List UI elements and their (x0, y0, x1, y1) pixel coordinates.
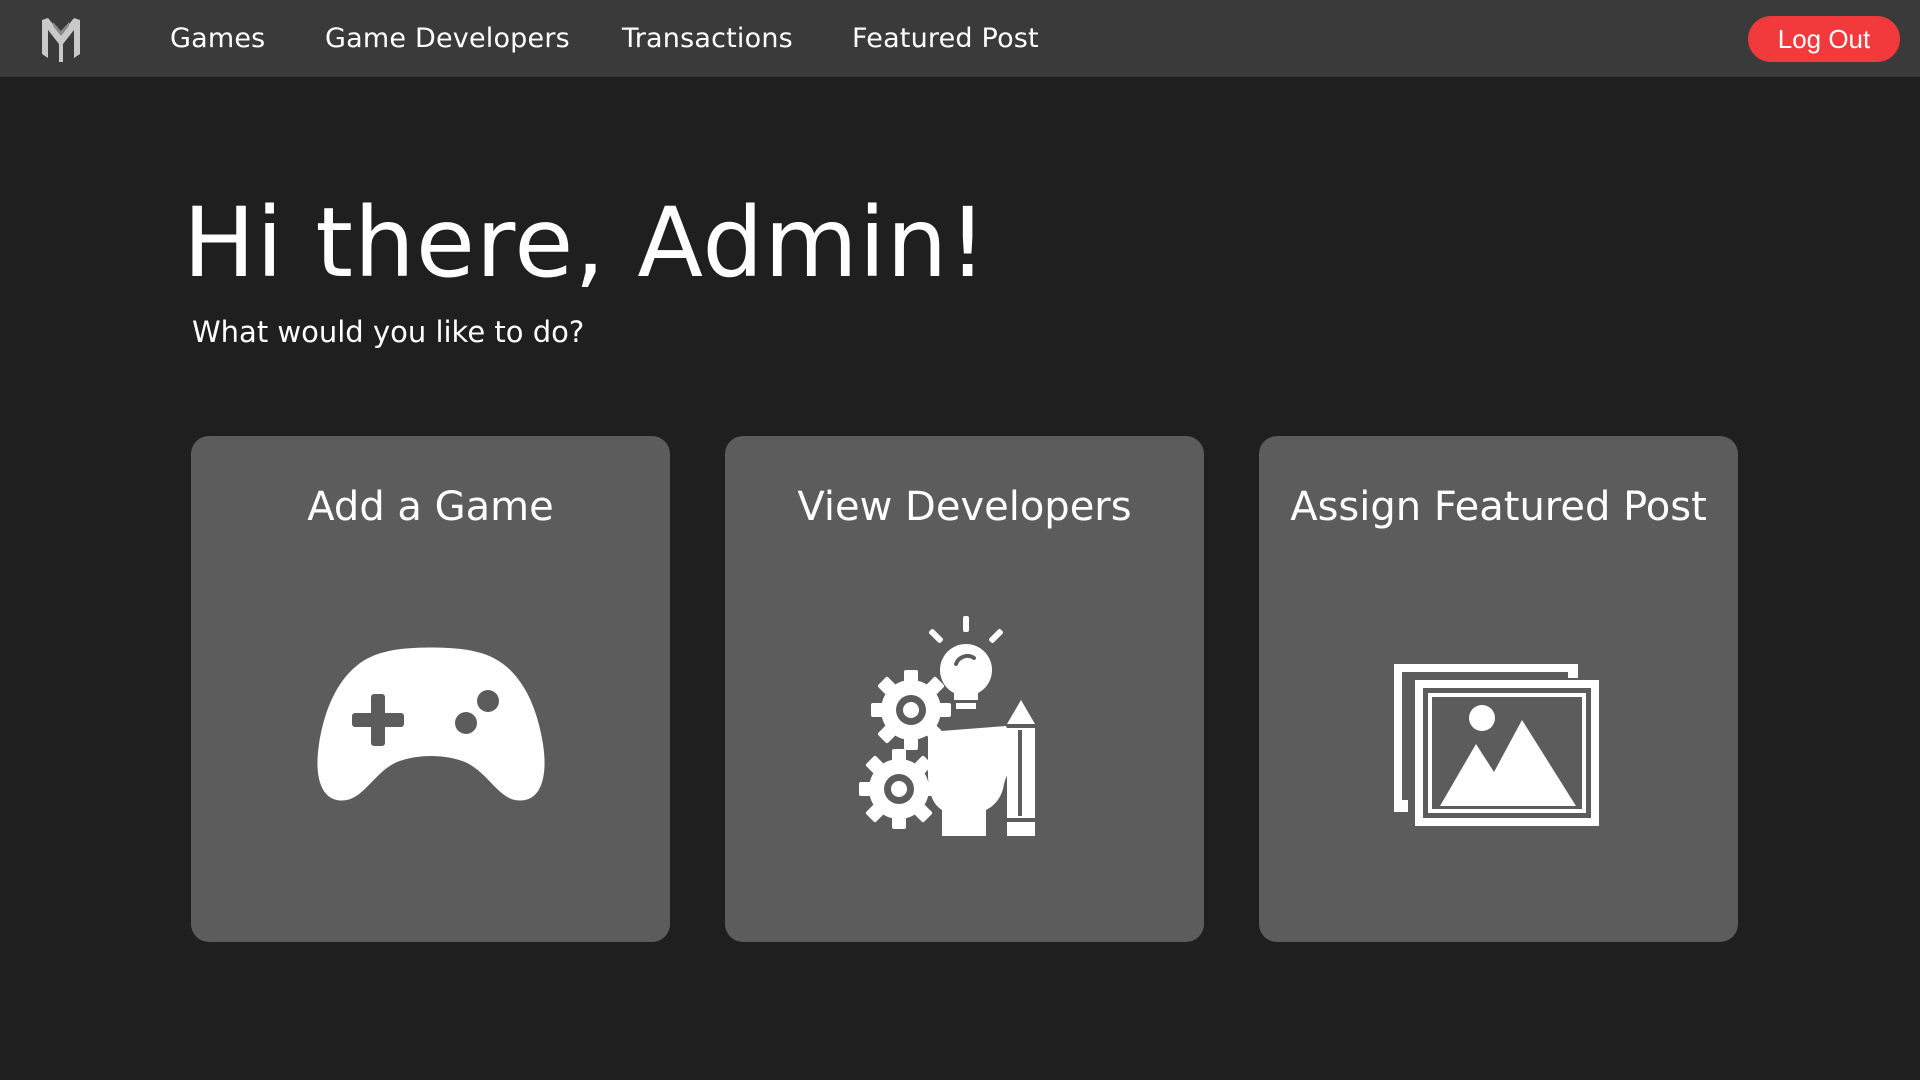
developer-ideas-icon (859, 616, 1035, 836)
logout-button[interactable]: Log Out (1748, 16, 1900, 62)
nav-link-game-developers[interactable]: Game Developers (325, 20, 570, 58)
page-subtitle: What would you like to do? (192, 315, 585, 349)
image-gallery-icon (1394, 664, 1599, 826)
page-title: Hi there, Admin! (183, 187, 988, 299)
game-controller-icon (317, 647, 545, 801)
nav-link-games[interactable]: Games (170, 20, 265, 58)
card-title: Assign Featured Post (1290, 484, 1707, 530)
view-developers-card[interactable]: View Developers (725, 436, 1204, 942)
add-game-card[interactable]: Add a Game (191, 436, 670, 942)
m-monogram-logo-icon[interactable] (38, 14, 84, 64)
top-navbar: Games Game Developers Transactions Featu… (0, 0, 1920, 77)
nav-link-transactions[interactable]: Transactions (622, 20, 793, 58)
assign-featured-post-card[interactable]: Assign Featured Post (1259, 436, 1738, 942)
nav-link-featured-post[interactable]: Featured Post (852, 20, 1039, 58)
card-title: Add a Game (307, 484, 554, 530)
card-title: View Developers (797, 484, 1132, 530)
